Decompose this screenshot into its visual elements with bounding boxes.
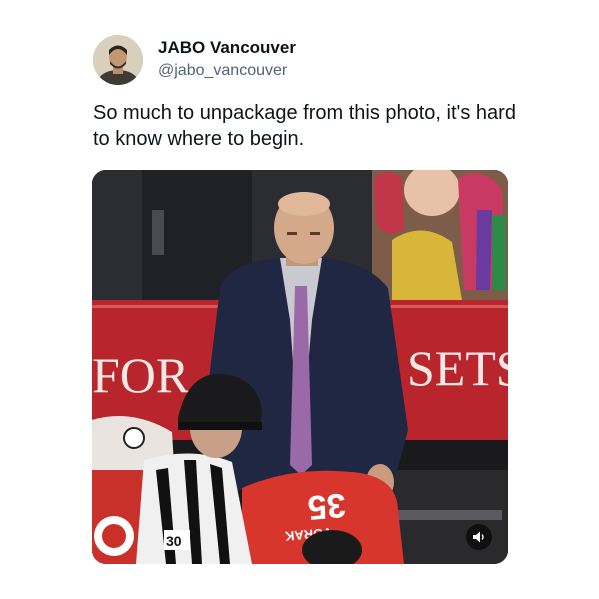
- avatar[interactable]: [93, 35, 143, 85]
- avatar-photo: [93, 35, 143, 85]
- speaker-icon: [473, 531, 484, 543]
- banner-text-left: FOR: [92, 347, 190, 403]
- banner-text-right: SETS: [407, 340, 508, 396]
- tweet-card: JABO Vancouver @jabo_vancouver So much t…: [0, 0, 599, 599]
- hockey-bench-photo: FOR SETS 35 VORAK: [92, 170, 508, 564]
- user-handle[interactable]: @jabo_vancouver: [158, 62, 287, 80]
- referee-number: 30: [166, 533, 182, 549]
- mute-button[interactable]: [466, 524, 492, 550]
- tweet-media[interactable]: FOR SETS 35 VORAK: [92, 170, 508, 564]
- tweet-text: So much to unpackage from this photo, it…: [93, 102, 516, 150]
- display-name[interactable]: JABO Vancouver: [158, 38, 296, 58]
- jersey-number-big: 35: [306, 486, 347, 527]
